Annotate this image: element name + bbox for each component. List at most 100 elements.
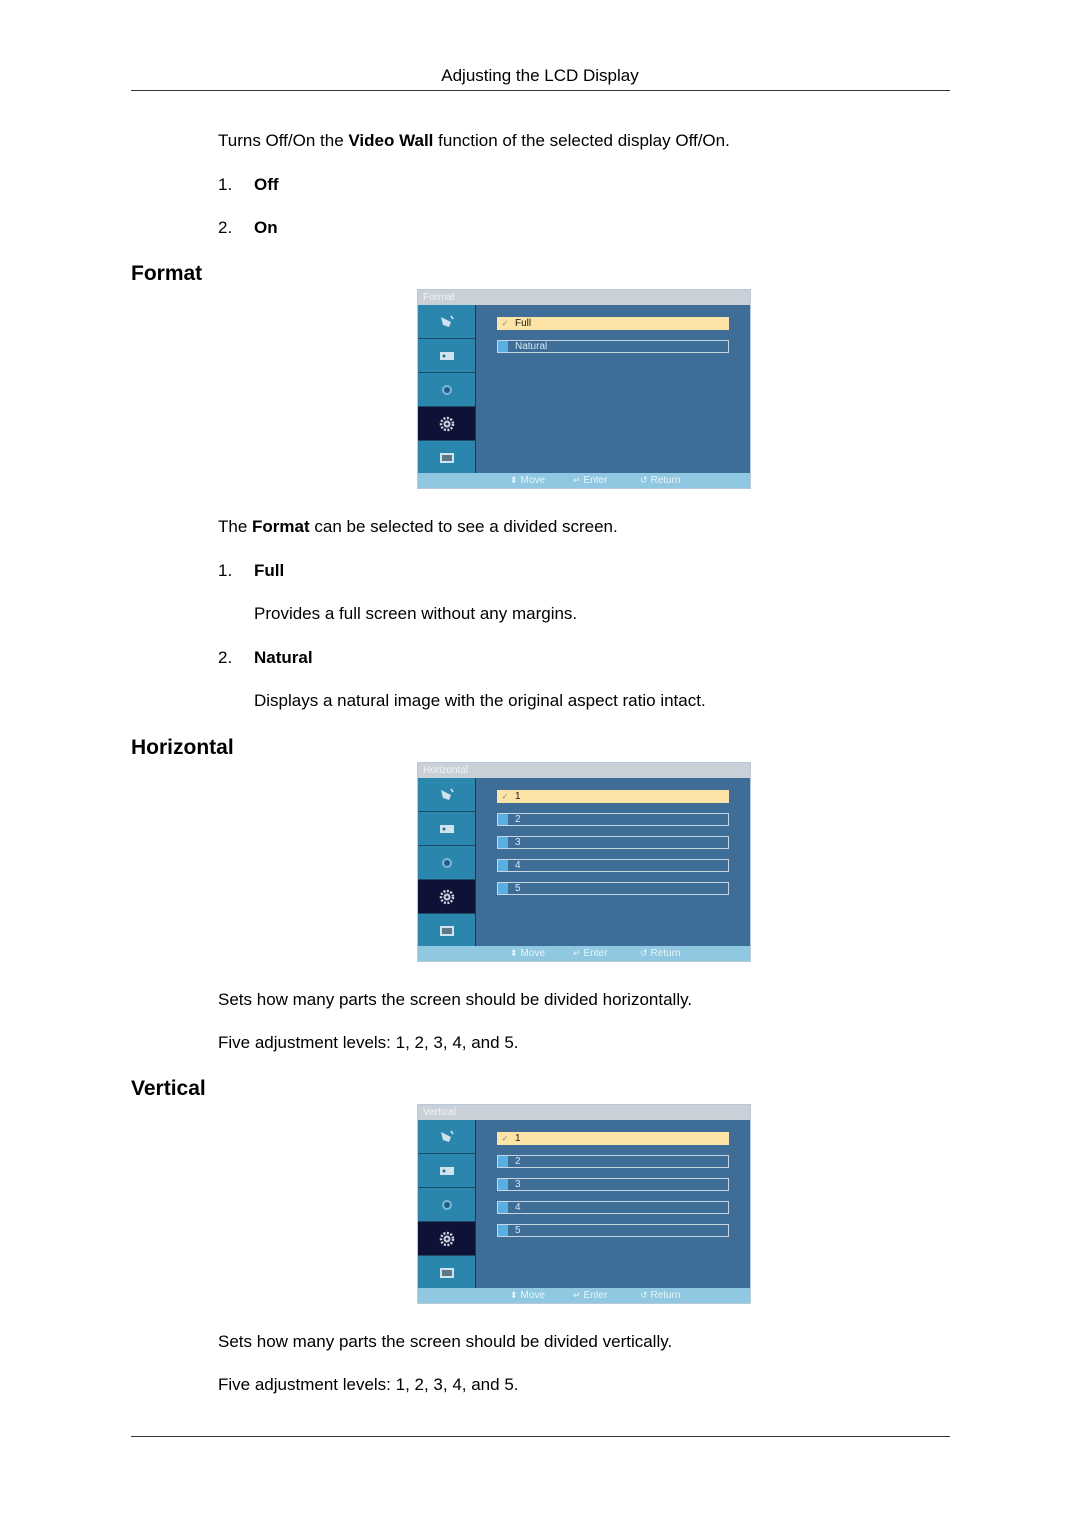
setup-gear-icon	[437, 889, 457, 905]
setup-gear-icon	[437, 416, 457, 432]
osd-tab-setup-gear[interactable]	[418, 1222, 475, 1256]
multi-control-icon	[437, 450, 457, 466]
osd-hint-enter: ↵ Enter	[573, 946, 607, 961]
osd-tab-sound[interactable]	[418, 1188, 475, 1222]
section-heading-format: Format	[131, 262, 203, 285]
osd-option[interactable]: 2	[497, 1155, 729, 1168]
osd-tab-picture[interactable]	[418, 812, 475, 846]
check-icon: ✓	[501, 1134, 509, 1143]
osd-tab-multi-control[interactable]	[418, 441, 475, 475]
osd-option[interactable]: ✓ 1	[497, 790, 729, 803]
return-icon: ↺	[640, 1290, 648, 1300]
option-marker	[498, 860, 508, 871]
osd-option-label: 4	[515, 1202, 521, 1213]
osd-option[interactable]: 5	[497, 1224, 729, 1237]
format-description: The Format can be selected to see a divi…	[218, 517, 618, 537]
header-title: Adjusting the LCD Display	[441, 66, 639, 85]
osd-menu-horizontal: Horizontal ✓ 1 2 3 4 5 ⬍ Move ↵ Enter ↺ Return	[417, 762, 751, 962]
osd-hint-label: Move	[520, 475, 545, 486]
osd-hint-return: ↺ Return	[640, 1288, 681, 1303]
osd-option-label: Full	[515, 318, 532, 329]
osd-hint-label: Move	[520, 1290, 545, 1301]
osd-tab-antenna[interactable]	[418, 778, 475, 812]
osd-option-label: 5	[515, 1225, 521, 1236]
list-label: On	[254, 218, 278, 237]
osd-tab-setup-gear[interactable]	[418, 880, 475, 914]
option-marker	[498, 341, 508, 352]
check-icon: ✓	[501, 319, 509, 328]
antenna-icon	[437, 1129, 457, 1145]
desc-text: The	[218, 517, 253, 536]
sound-icon	[437, 382, 457, 398]
osd-option[interactable]: 3	[497, 836, 729, 849]
osd-option-label: Natural	[515, 341, 548, 352]
osd-option[interactable]: 5	[497, 882, 729, 895]
osd-tab-antenna[interactable]	[418, 1120, 475, 1154]
horizontal-levels: Five adjustment levels: 1, 2, 3, 4, and …	[218, 1033, 519, 1052]
option-marker	[498, 1179, 508, 1190]
option-marker	[498, 1156, 508, 1167]
sound-icon	[437, 855, 457, 871]
osd-hint-move: ⬍ Move	[510, 1288, 545, 1303]
multi-control-icon	[437, 1265, 457, 1281]
osd-hint-label: Enter	[583, 475, 608, 486]
osd-category-sidebar	[418, 778, 476, 948]
list-number: 2.	[218, 218, 233, 237]
osd-tab-picture[interactable]	[418, 1154, 475, 1188]
osd-tab-antenna[interactable]	[418, 305, 475, 339]
osd-option[interactable]: 4	[497, 859, 729, 872]
list-number: 1.	[218, 561, 233, 580]
enter-icon: ↵	[573, 1290, 581, 1300]
osd-option[interactable]: ✓ Full	[497, 317, 729, 330]
list-label: Off	[254, 175, 279, 194]
picture-icon	[437, 348, 457, 364]
multi-control-icon	[437, 923, 457, 939]
osd-option[interactable]: ✓ 1	[497, 1132, 729, 1145]
intro-text-end: function of the selected display Off/On.	[433, 131, 730, 150]
osd-hint-label: Return	[650, 948, 681, 959]
osd-option[interactable]: 4	[497, 1201, 729, 1214]
osd-category-sidebar	[418, 305, 476, 475]
format-option-full-desc: Provides a full screen without any margi…	[254, 604, 578, 623]
osd-tab-multi-control[interactable]	[418, 1256, 475, 1290]
option-marker	[498, 837, 508, 848]
option-marker	[498, 1202, 508, 1213]
osd-footer: ⬍ Move ↵ Enter ↺ Return	[418, 1288, 750, 1303]
osd-option-label: 1	[515, 1133, 521, 1144]
osd-tab-setup-gear[interactable]	[418, 407, 475, 441]
osd-tab-multi-control[interactable]	[418, 914, 475, 948]
osd-option-label: 4	[515, 860, 521, 871]
option-marker	[498, 883, 508, 894]
osd-option[interactable]: 2	[497, 813, 729, 826]
picture-icon	[437, 821, 457, 837]
osd-hint-label: Move	[520, 948, 545, 959]
osd-option-label: 2	[515, 1156, 521, 1167]
picture-icon	[437, 1163, 457, 1179]
osd-option-label: 3	[515, 1179, 521, 1190]
list-label: Full	[254, 561, 285, 580]
list-number: 1.	[218, 175, 233, 194]
osd-option-list: ✓ Full Natural	[497, 317, 729, 363]
osd-option[interactable]: 3	[497, 1178, 729, 1191]
intro-paragraph: Turns Off/On the Video Wall function of …	[218, 131, 730, 151]
list-number: 2.	[218, 648, 233, 667]
format-option-natural: 2. Natural	[218, 648, 313, 668]
osd-tab-picture[interactable]	[418, 339, 475, 373]
osd-title: Horizontal	[418, 763, 750, 778]
vertical-description: Sets how many parts the screen should be…	[218, 1332, 673, 1351]
return-icon: ↺	[640, 475, 648, 485]
format-option-natural-desc: Displays a natural image with the origin…	[254, 691, 706, 710]
osd-footer: ⬍ Move ↵ Enter ↺ Return	[418, 473, 750, 488]
move-arrows-icon: ⬍	[510, 948, 518, 958]
osd-hint-enter: ↵ Enter	[573, 473, 607, 488]
header-divider	[131, 90, 950, 91]
osd-title: Format	[418, 290, 750, 305]
osd-tab-sound[interactable]	[418, 373, 475, 407]
intro-option-on: 2. On	[218, 218, 278, 238]
antenna-icon	[437, 787, 457, 803]
osd-option[interactable]: Natural	[497, 340, 729, 353]
osd-tab-sound[interactable]	[418, 846, 475, 880]
osd-hint-label: Return	[650, 1290, 681, 1301]
return-icon: ↺	[640, 948, 648, 958]
osd-hint-label: Return	[650, 475, 681, 486]
